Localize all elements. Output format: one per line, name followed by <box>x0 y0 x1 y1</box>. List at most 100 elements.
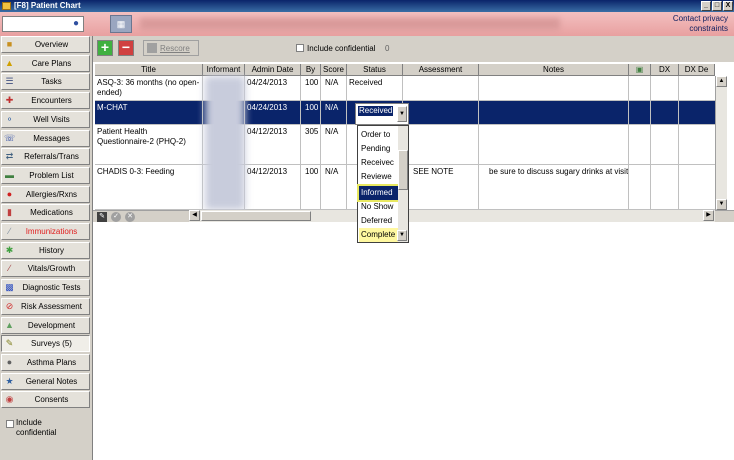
status-option[interactable]: Order to <box>359 128 398 142</box>
col-assessment[interactable]: Assessment <box>403 64 479 76</box>
col-informant[interactable]: Informant <box>203 64 245 76</box>
referral-icon: ⇄ <box>5 151 14 162</box>
chevron-down-icon[interactable]: ▼ <box>397 106 407 122</box>
dropdown-scrollbar[interactable]: ▼ <box>397 126 408 242</box>
rescore-button[interactable]: Rescore <box>143 40 199 56</box>
status-option[interactable]: Reviewe <box>359 170 398 184</box>
cell-title: Patient Health Questionnaire-2 (PHQ-2) <box>97 127 186 146</box>
sidebar-item-overview[interactable]: ■ Overview <box>1 36 90 53</box>
col-status[interactable]: Status <box>347 64 403 76</box>
sidebar-item-immunizations[interactable]: ∕ Immunizations <box>1 223 90 240</box>
cell-by: 100 <box>305 167 319 176</box>
grid-divider <box>678 76 679 210</box>
col-dx-desc[interactable]: DX De <box>679 64 715 76</box>
cell-score: N/A <box>325 78 339 87</box>
status-select[interactable]: Received ▼ <box>355 103 409 125</box>
col-attachment[interactable]: ▣ <box>629 64 651 76</box>
horizontal-scrollbar[interactable]: ◀ ▶ <box>189 210 715 222</box>
stethoscope-icon: ⚬ <box>5 113 14 124</box>
sidebar-item-allergies[interactable]: ● Allergies/Rxns <box>1 185 90 203</box>
scroll-up-icon[interactable]: ▲ <box>716 76 727 87</box>
sidebar-item-vitals[interactable]: ∕ Vitals/Growth <box>1 260 90 278</box>
cell-notes: be sure to discuss sugary drinks at visi… <box>489 167 629 176</box>
cell-assessment: SEE NOTE <box>413 167 454 176</box>
privacy-line-2: constraints <box>689 24 728 33</box>
col-dx[interactable]: DX <box>651 64 679 76</box>
add-survey-button[interactable]: + <box>97 40 113 56</box>
cell-admin-date: 04/24/2013 <box>247 78 288 87</box>
vertical-scrollbar[interactable]: ▲ ▼ <box>715 76 727 210</box>
sidebar-item-consents[interactable]: ◉ Consents <box>1 391 90 409</box>
growth-icon: ∕ <box>8 263 11 274</box>
approve-icon[interactable]: ✓ <box>111 212 121 222</box>
cell-admin-date: 04/12/2013 <box>247 127 288 136</box>
scroll-thumb[interactable] <box>201 211 311 221</box>
col-notes[interactable]: Notes <box>479 64 629 76</box>
scroll-right-icon[interactable]: ▶ <box>703 210 714 221</box>
chart-icon[interactable]: ▦ <box>110 15 132 33</box>
notes-icon: ★ <box>5 375 14 386</box>
rescore-label: Rescore <box>160 44 190 53</box>
grid-divider <box>650 76 651 210</box>
grid-divider <box>478 76 479 210</box>
sidebar-item-surveys[interactable]: ✎ Surveys (5) <box>1 335 90 353</box>
cell-score: N/A <box>325 127 339 136</box>
status-option[interactable]: Receivec <box>359 156 398 170</box>
edit-icon[interactable]: ✎ <box>97 212 107 222</box>
col-admin-date[interactable]: Admin Date <box>245 64 301 76</box>
include-confidential-line-1: Include <box>16 418 42 427</box>
col-title[interactable]: Title <box>95 64 203 76</box>
cell-status: Received <box>349 78 383 87</box>
cell-title: CHADIS 0-3: Feeding <box>97 167 175 176</box>
sidebar-item-encounters[interactable]: ✚ Encounters <box>1 92 90 110</box>
cell-title: ASQ-3: 36 months (no open-ended) <box>97 78 200 97</box>
sidebar-item-development[interactable]: ▲ Development <box>1 316 90 334</box>
sidebar-item-tasks[interactable]: ☰ Tasks <box>1 73 90 91</box>
sidebar-item-risk-assessment[interactable]: ⊘ Risk Assessment <box>1 297 90 315</box>
maximize-button[interactable]: □ <box>712 1 722 11</box>
scroll-left-icon[interactable]: ◀ <box>189 210 200 221</box>
cancel-icon[interactable]: ✕ <box>125 212 135 222</box>
grid-divider <box>300 76 301 210</box>
patient-search-input[interactable]: ● <box>2 16 84 32</box>
sidebar-item-diagnostic-tests[interactable]: ▩ Diagnostic Tests <box>1 279 90 297</box>
dropdown-scroll-down-icon[interactable]: ▼ <box>397 230 407 241</box>
sidebar-item-problem-list[interactable]: ▬ Problem List <box>1 166 90 184</box>
sidebar-item-history[interactable]: ✱ History <box>1 241 90 259</box>
patient-icon[interactable]: ● <box>70 18 82 30</box>
sidebar-item-asthma-plans[interactable]: ● Asthma Plans <box>1 353 90 371</box>
status-option[interactable]: Pending <box>359 142 398 156</box>
status-option[interactable]: Deferred <box>359 214 398 228</box>
minimize-button[interactable]: _ <box>701 1 711 11</box>
sidebar-item-general-notes[interactable]: ★ General Notes <box>1 372 90 390</box>
scroll-down-icon[interactable]: ▼ <box>716 199 727 210</box>
include-confidential-checkbox[interactable] <box>296 44 304 52</box>
sidebar-item-care-plans[interactable]: ▲ Care Plans <box>1 54 90 72</box>
status-option-highlighted[interactable]: Informed <box>357 184 400 202</box>
sidebar-item-messages[interactable]: ☏ Messages <box>1 129 90 147</box>
include-confidential-checkbox[interactable] <box>6 420 14 428</box>
folder-icon: ■ <box>6 39 13 49</box>
sidebar-item-medications[interactable]: ▮ Medications <box>1 204 90 222</box>
col-by[interactable]: By <box>301 64 321 76</box>
cell-score: N/A <box>325 167 339 176</box>
close-button[interactable]: X <box>723 1 733 11</box>
cell-by: 100 <box>305 103 319 112</box>
sidebar: ■ Overview ▲ Care Plans ☰ Tasks ✚ Encounters… <box>0 36 92 460</box>
grid-divider <box>346 76 347 210</box>
status-option[interactable]: Complete <box>359 228 398 242</box>
privacy-notice[interactable]: Contact privacy constraints <box>598 14 728 34</box>
encounter-icon: ✚ <box>5 95 14 106</box>
grid-divider <box>628 76 629 210</box>
list-icon: ▬ <box>5 169 14 180</box>
sidebar-item-well-visits[interactable]: ⚬ Well Visits <box>1 110 90 128</box>
remove-survey-button[interactable]: − <box>118 40 134 56</box>
privacy-line-1: Contact privacy <box>672 14 728 23</box>
include-confidential-line-2: confidential <box>16 428 57 437</box>
table-row[interactable]: ASQ-3: 36 months (no open-ended) 04/24/2… <box>95 76 715 101</box>
sidebar-item-referrals[interactable]: ⇄ Referrals/Trans <box>1 148 90 166</box>
dropdown-scroll-thumb[interactable] <box>398 150 408 190</box>
status-option[interactable]: No Show <box>359 200 398 214</box>
status-dropdown-list: Order to Pending Receivec Reviewe Inform… <box>357 125 409 243</box>
col-score[interactable]: Score <box>321 64 347 76</box>
